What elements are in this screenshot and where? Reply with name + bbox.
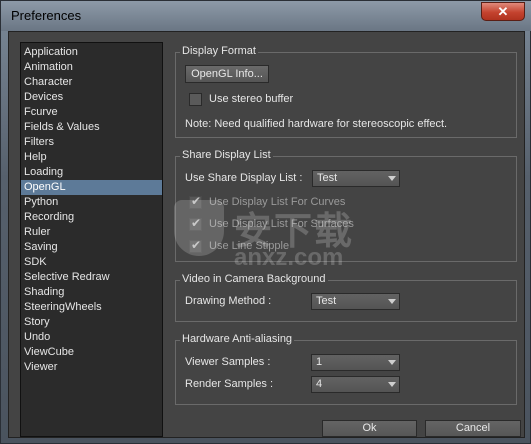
use-share-display-list-label: Use Share Display List :: [185, 172, 303, 184]
sidebar-item-help[interactable]: Help: [21, 150, 162, 165]
display-format-group: Display Format OpenGL Info... Use stereo…: [175, 45, 517, 138]
stereo-buffer-label: Use stereo buffer: [209, 93, 294, 105]
chevron-down-icon: [388, 382, 396, 387]
sidebar-item-opengl[interactable]: OpenGL: [21, 180, 162, 195]
check-icon: ✔: [191, 238, 202, 252]
preferences-window: Preferences ✕ Application Animation Charac…: [0, 0, 531, 444]
sidebar-item-shading[interactable]: Shading: [21, 285, 162, 300]
display-list-surfaces-checkbox[interactable]: ✔: [189, 216, 202, 231]
check-icon: ✔: [191, 216, 202, 230]
chevron-down-icon: [388, 176, 396, 181]
drawing-method-select[interactable]: Test: [311, 293, 400, 310]
render-samples-label: Render Samples :: [185, 378, 274, 390]
opengl-info-button[interactable]: OpenGL Info...: [185, 65, 269, 83]
stereo-buffer-checkbox[interactable]: [189, 93, 202, 106]
sidebar-item-filters[interactable]: Filters: [21, 135, 162, 150]
viewer-samples-select[interactable]: 1: [311, 354, 400, 371]
sidebar-item-saving[interactable]: Saving: [21, 240, 162, 255]
category-list[interactable]: Application Animation Character Devices Fcur…: [20, 42, 163, 437]
sidebar-item-application[interactable]: Application: [21, 45, 162, 60]
chevron-down-icon: [388, 360, 396, 365]
share-display-list-title: Share Display List: [180, 149, 273, 161]
sidebar-item-python[interactable]: Python: [21, 195, 162, 210]
display-list-surfaces-label: Use Display List For Surfaces: [209, 218, 354, 230]
chevron-down-icon: [388, 299, 396, 304]
viewer-samples-label: Viewer Samples :: [185, 356, 271, 368]
display-list-curves-label: Use Display List For Curves: [209, 196, 346, 208]
title-bar[interactable]: Preferences ✕: [1, 1, 531, 31]
sidebar-item-steeringwheels[interactable]: SteeringWheels: [21, 300, 162, 315]
check-icon: ✔: [191, 194, 202, 208]
sidebar-item-devices[interactable]: Devices: [21, 90, 162, 105]
sidebar-item-viewcube[interactable]: ViewCube: [21, 345, 162, 360]
drawing-method-value: Test: [316, 295, 337, 307]
window-title: Preferences: [11, 8, 82, 23]
sidebar-item-viewer[interactable]: Viewer: [21, 360, 162, 375]
sidebar-item-animation[interactable]: Animation: [21, 60, 162, 75]
share-display-list-value: Test: [317, 172, 338, 184]
cancel-button[interactable]: Cancel: [425, 420, 521, 437]
render-samples-select[interactable]: 4: [311, 376, 400, 393]
sidebar-item-fields-values[interactable]: Fields & Values: [21, 120, 162, 135]
anti-aliasing-group: Hardware Anti-aliasing Viewer Samples : …: [175, 333, 517, 405]
render-samples-value: 4: [316, 378, 323, 390]
sidebar-item-fcurve[interactable]: Fcurve: [21, 105, 162, 120]
viewer-samples-value: 1: [316, 356, 323, 368]
video-background-group: Video in Camera Background Drawing Metho…: [175, 273, 517, 322]
line-stipple-label: Use Line Stipple: [209, 240, 290, 252]
sidebar-item-loading[interactable]: Loading: [21, 165, 162, 180]
drawing-method-label: Drawing Method :: [185, 295, 272, 307]
stereo-note: Note: Need qualified hardware for stereo…: [185, 118, 448, 130]
sidebar-item-sdk[interactable]: SDK: [21, 255, 162, 270]
line-stipple-checkbox[interactable]: ✔: [189, 238, 202, 253]
sidebar-item-undo[interactable]: Undo: [21, 330, 162, 345]
display-list-curves-checkbox[interactable]: ✔: [189, 194, 202, 209]
share-display-list-group: Share Display List Use Share Display Lis…: [175, 149, 517, 262]
share-display-list-select[interactable]: Test: [312, 170, 400, 187]
ok-button[interactable]: Ok: [322, 420, 417, 437]
sidebar-item-selective-redraw[interactable]: Selective Redraw: [21, 270, 162, 285]
sidebar-item-character[interactable]: Character: [21, 75, 162, 90]
video-background-title: Video in Camera Background: [180, 273, 328, 285]
sidebar-item-recording[interactable]: Recording: [21, 210, 162, 225]
sidebar-item-story[interactable]: Story: [21, 315, 162, 330]
dialog-body: Application Animation Character Devices Fcur…: [8, 31, 525, 438]
display-format-title: Display Format: [180, 45, 258, 57]
anti-aliasing-title: Hardware Anti-aliasing: [180, 333, 295, 345]
close-button[interactable]: ✕: [481, 2, 525, 21]
sidebar-item-ruler[interactable]: Ruler: [21, 225, 162, 240]
